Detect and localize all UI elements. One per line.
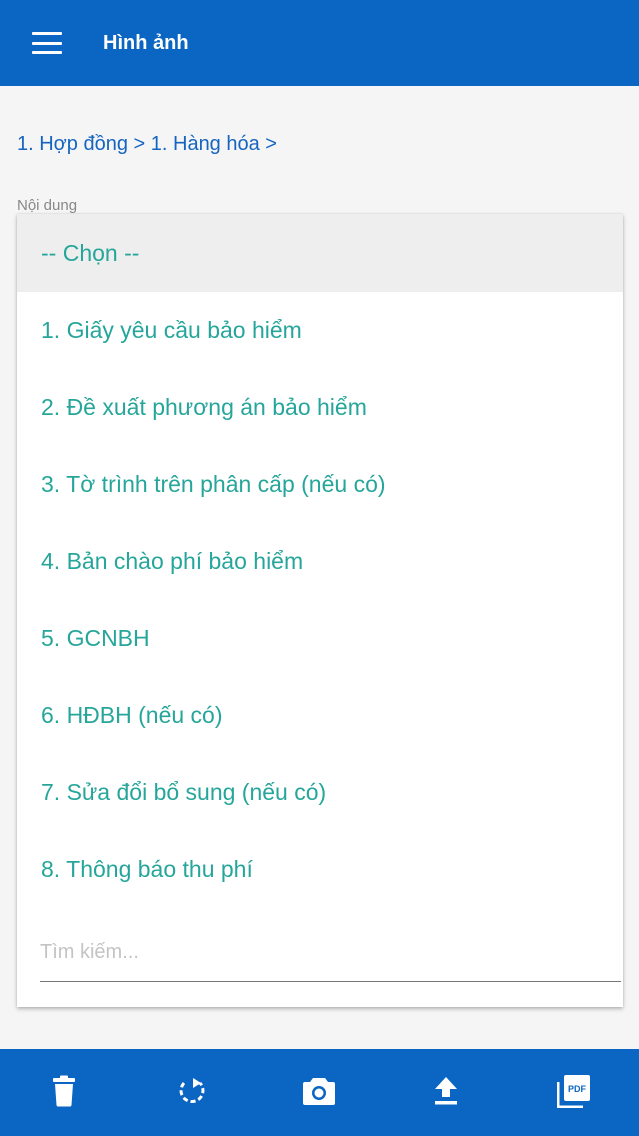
content-dropdown: -- Chọn -- 1. Giấy yêu cầu bảo hiểm 2. Đ… <box>17 214 623 1007</box>
dropdown-option[interactable]: 4. Bản chào phí bảo hiểm <box>17 523 623 600</box>
search-input[interactable] <box>40 924 621 981</box>
svg-text:PDF: PDF <box>568 1084 587 1094</box>
dropdown-option[interactable]: 6. HĐBH (nếu có) <box>17 677 623 754</box>
dropdown-search <box>40 924 621 982</box>
dropdown-selected-option[interactable]: -- Chọn -- <box>17 214 623 292</box>
camera-icon[interactable] <box>299 1071 339 1111</box>
dropdown-option[interactable]: 2. Đề xuất phương án bảo hiểm <box>17 369 623 446</box>
app-bar: Hình ảnh <box>0 0 639 86</box>
dropdown-option[interactable]: 8. Thông báo thu phí <box>17 831 623 908</box>
breadcrumb[interactable]: 1. Hợp đồng > 1. Hàng hóa > <box>17 133 277 156</box>
upload-icon[interactable] <box>426 1071 466 1111</box>
field-label: Nội dung <box>17 197 78 214</box>
dropdown-option[interactable]: 3. Tờ trình trên phân cấp (nếu có) <box>17 446 623 523</box>
delete-icon[interactable] <box>44 1071 84 1111</box>
dropdown-option[interactable]: 7. Sửa đổi bổ sung (nếu có) <box>17 754 623 831</box>
bottom-toolbar: PDF <box>0 1049 639 1136</box>
dropdown-option[interactable]: 1. Giấy yêu cầu bảo hiểm <box>17 292 623 369</box>
app-title: Hình ảnh <box>103 31 189 54</box>
rotate-icon[interactable] <box>172 1071 212 1111</box>
pdf-icon[interactable]: PDF <box>554 1071 594 1111</box>
dropdown-option[interactable]: 5. GCNBH <box>17 600 623 677</box>
hamburger-menu-icon[interactable] <box>32 32 62 54</box>
